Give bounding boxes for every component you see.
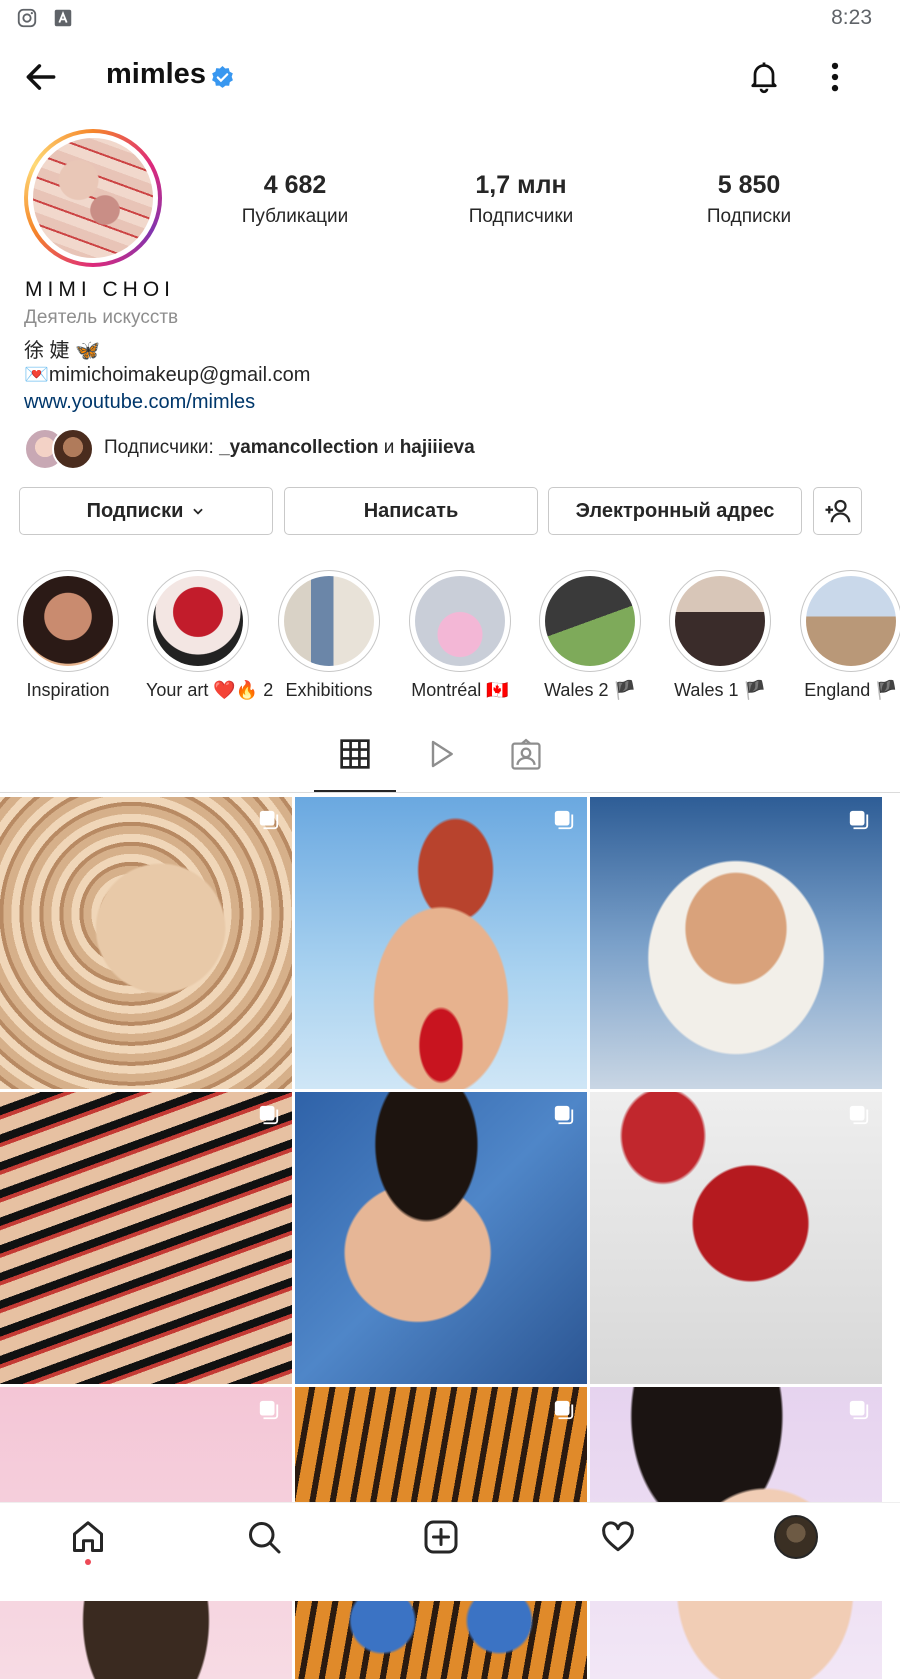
- multiple-photos-icon: [259, 1105, 279, 1125]
- divider: [0, 792, 900, 793]
- profile-website-link[interactable]: www.youtube.com/mimles: [24, 391, 255, 414]
- multiple-photos-icon: [554, 810, 574, 830]
- mutual-prefix: Подписчики:: [104, 437, 220, 458]
- grid-icon: [340, 739, 370, 769]
- stat-followers[interactable]: 1,7 млн Подписчики: [421, 171, 621, 228]
- highlight-cover: [545, 576, 635, 666]
- post-thumbnail[interactable]: [295, 1092, 587, 1384]
- tab-tagged[interactable]: [486, 738, 566, 790]
- profile-avatar[interactable]: [24, 129, 162, 267]
- highlight-label: Exhibitions: [285, 680, 373, 700]
- highlight-item[interactable]: Wales 2 🏴: [538, 570, 642, 701]
- highlight-item[interactable]: Wales 1 🏴: [668, 570, 772, 701]
- highlight-item[interactable]: England 🏴: [799, 570, 900, 701]
- highlight-label: England 🏴: [804, 680, 898, 700]
- instagram-notification-icon: [17, 8, 37, 28]
- multiple-photos-icon: [554, 1400, 574, 1420]
- highlight-item[interactable]: Montréal 🇨🇦: [408, 570, 512, 701]
- tagged-person-icon: [511, 738, 541, 770]
- highlight-cover: [415, 576, 505, 666]
- followers-count: 1,7 млн: [475, 171, 567, 199]
- multiple-photos-icon: [849, 1105, 869, 1125]
- followers-label: Подписчики: [468, 206, 574, 227]
- font-notification-icon: [54, 9, 72, 27]
- mutual-user-1: _yamancollection: [219, 437, 379, 458]
- highlight-item[interactable]: Your art ❤️🔥 2: [146, 570, 274, 701]
- mutual-followers[interactable]: Подписчики: _yamancollection и hajiiieva: [24, 428, 884, 470]
- highlight-label: Your art ❤️🔥 2: [146, 680, 274, 700]
- mutual-user-2: hajiiieva: [399, 437, 475, 458]
- verified-badge-icon: [212, 66, 233, 88]
- profile-username: mimles: [106, 58, 206, 90]
- email-button[interactable]: Электронный адрес: [548, 487, 802, 535]
- bio-line: 徐 婕 🦋: [24, 340, 101, 362]
- home-icon[interactable]: [70, 1519, 106, 1555]
- highlight-item[interactable]: Exhibitions: [277, 570, 381, 701]
- play-video-icon: [431, 740, 453, 768]
- post-thumbnail[interactable]: [295, 797, 587, 1089]
- highlight-cover: [806, 576, 896, 666]
- tab-posts-grid[interactable]: [315, 738, 395, 790]
- profile-category: Деятель искусств: [24, 307, 179, 328]
- following-count: 5 850: [717, 171, 781, 199]
- chevron-down-icon: [193, 508, 204, 515]
- highlight-cover: [675, 576, 765, 666]
- post-thumbnail[interactable]: [0, 1092, 292, 1384]
- mutual-follower-avatar: [52, 428, 94, 470]
- post-thumbnail[interactable]: [590, 797, 882, 1089]
- highlight-cover: [153, 576, 243, 666]
- profile-tab-avatar[interactable]: [774, 1515, 818, 1559]
- highlight-item[interactable]: Inspiration: [16, 570, 120, 701]
- create-post-icon[interactable]: [423, 1519, 459, 1555]
- notification-dot: [85, 1559, 91, 1565]
- post-thumbnail[interactable]: [0, 797, 292, 1089]
- multiple-photos-icon: [849, 1400, 869, 1420]
- following-label: Подписки: [706, 206, 792, 227]
- clock: 8:23: [831, 6, 872, 29]
- suggest-user-button[interactable]: [813, 487, 862, 535]
- email-button-label: Электронный адрес: [575, 499, 775, 522]
- more-options-icon[interactable]: [826, 58, 844, 96]
- profile-full-name: MIMI CHOI: [25, 278, 175, 301]
- status-bar: 8:23: [0, 0, 900, 36]
- posts-label: Публикации: [241, 206, 349, 227]
- mutual-followers-text: Подписчики: _yamancollection и hajiiieva: [104, 437, 475, 459]
- post-thumbnail[interactable]: [590, 1092, 882, 1384]
- following-button-label: Подписки: [86, 499, 184, 522]
- mutual-conjunction: и: [378, 437, 400, 458]
- multiple-photos-icon: [554, 1105, 574, 1125]
- multiple-photos-icon: [849, 810, 869, 830]
- add-person-icon: [825, 499, 850, 523]
- highlight-label: Wales 1 🏴: [674, 680, 766, 700]
- notifications-bell-icon[interactable]: [746, 57, 782, 95]
- stat-posts[interactable]: 4 682 Публикации: [195, 171, 395, 228]
- highlight-label: Inspiration: [26, 680, 110, 700]
- heart-activity-icon[interactable]: [600, 1519, 636, 1555]
- posts-count: 4 682: [263, 171, 327, 199]
- following-button[interactable]: Подписки: [19, 487, 273, 535]
- tab-reels[interactable]: [401, 738, 481, 790]
- highlight-cover: [284, 576, 374, 666]
- profile-photo: [33, 138, 153, 258]
- message-button-label: Написать: [363, 499, 459, 522]
- highlight-label: Wales 2 🏴: [544, 680, 636, 700]
- bio-email: 💌mimichoimakeup@gmail.com: [24, 364, 311, 386]
- multiple-photos-icon: [259, 1400, 279, 1420]
- profile-header: mimles: [0, 44, 900, 110]
- stat-following[interactable]: 5 850 Подписки: [649, 171, 849, 228]
- bottom-navigation: [0, 1502, 900, 1601]
- highlight-cover: [23, 576, 113, 666]
- back-arrow-icon[interactable]: [22, 58, 60, 96]
- highlight-label: Montréal 🇨🇦: [411, 680, 509, 700]
- multiple-photos-icon: [259, 810, 279, 830]
- message-button[interactable]: Написать: [284, 487, 538, 535]
- search-icon[interactable]: [246, 1519, 282, 1555]
